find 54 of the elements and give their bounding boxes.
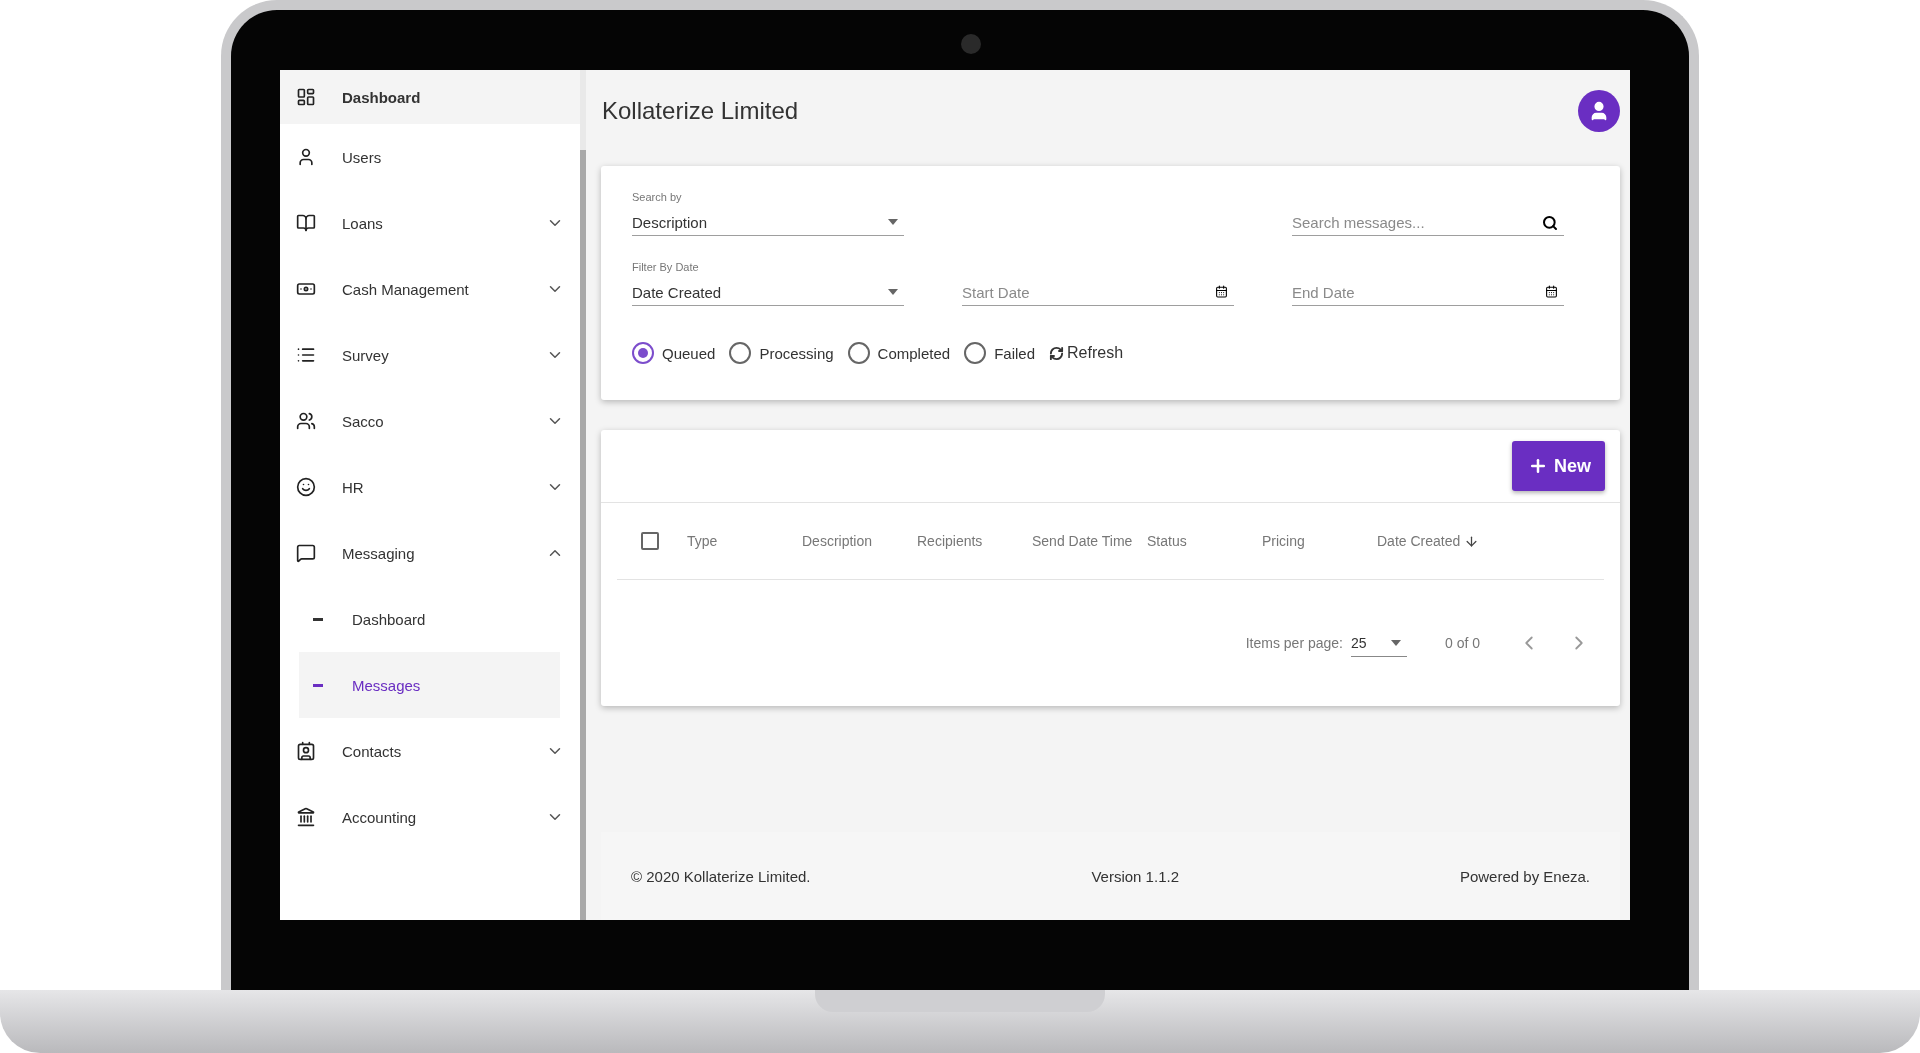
column-header[interactable]: Description	[802, 533, 917, 549]
page-title: Kollaterize Limited	[602, 97, 799, 125]
refresh-button[interactable]: Refresh	[1049, 344, 1124, 362]
plus-icon	[1528, 456, 1548, 476]
radio-label: Completed	[877, 344, 951, 362]
refresh-icon	[1049, 345, 1064, 361]
search-field[interactable]: Search messages...	[1292, 209, 1564, 236]
column-header[interactable]: Pricing	[1262, 533, 1377, 549]
face-icon	[296, 477, 316, 497]
calendar-icon[interactable]	[1545, 285, 1558, 298]
message-icon	[296, 543, 316, 563]
camera-icon	[961, 34, 981, 54]
radio-label: Processing	[759, 344, 834, 362]
people-icon	[296, 411, 316, 431]
page-range: 0 of 0	[1444, 635, 1480, 651]
bank-icon	[296, 807, 316, 827]
field-label: Filter By Date	[632, 261, 700, 273]
column-header[interactable]: Recipients	[917, 533, 1032, 549]
radio-label: Failed	[994, 344, 1035, 362]
user-icon	[296, 147, 316, 167]
sidebar-subitem[interactable]: Messages	[299, 652, 560, 718]
version-text: Version 1.1.2	[1091, 867, 1179, 885]
start-date-field[interactable]: Start Date	[962, 279, 1234, 306]
scrollbar[interactable]	[580, 70, 586, 920]
field-label: Search by	[632, 191, 683, 203]
radio-button[interactable]	[632, 342, 654, 364]
dash-icon	[313, 617, 323, 621]
search-by-dropdown[interactable]: Description	[632, 209, 904, 236]
end-date-field[interactable]: End Date	[1292, 279, 1564, 306]
radio-button[interactable]	[964, 342, 987, 364]
radio-button[interactable]	[729, 342, 752, 364]
dashboard-icon	[296, 87, 316, 107]
list-icon	[296, 345, 316, 365]
checkbox[interactable]	[641, 532, 659, 550]
powered-by-text: Powered by Eneza.	[1459, 867, 1590, 885]
calendar-icon[interactable]	[1215, 285, 1228, 298]
sidebar-item[interactable]: Dashboard	[280, 70, 580, 124]
radio-button[interactable]	[847, 342, 870, 364]
date-filter-dropdown[interactable]: Date Created	[632, 279, 904, 306]
sidebar-subitem[interactable]: Dashboard	[299, 586, 560, 652]
dash-icon	[313, 683, 323, 687]
search-icon[interactable]	[1542, 215, 1558, 231]
copyright-text: © 2020 Kollaterize Limited.	[631, 867, 811, 885]
page-size-dropdown[interactable]: 25	[1350, 629, 1407, 657]
column-header[interactable]: Type	[687, 533, 802, 549]
new-button[interactable]: New	[1512, 441, 1605, 491]
radio-label: Queued	[662, 344, 716, 362]
avatar-button[interactable]	[1578, 90, 1620, 132]
items-per-page-label: Items per page:	[1245, 635, 1343, 651]
column-header[interactable]: Date Created	[1377, 533, 1492, 549]
column-header[interactable]: Status	[1147, 533, 1262, 549]
contact-card-icon	[296, 741, 316, 761]
book-icon	[296, 213, 316, 233]
column-header[interactable]: Send Date Time	[1032, 533, 1147, 549]
